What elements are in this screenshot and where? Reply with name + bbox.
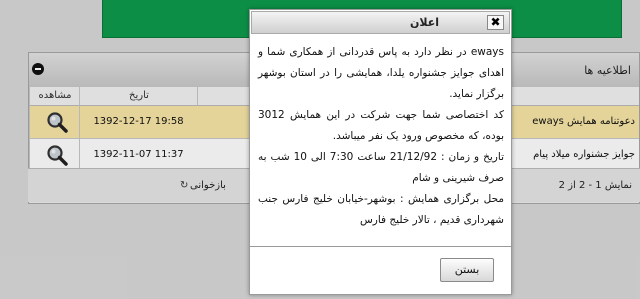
close-icon[interactable]: ✖ (487, 15, 504, 30)
dialog-paragraph: کد اختصاصی شما جهت شرکت در این همایش 301… (258, 109, 504, 142)
dialog-paragraph: تاریخ و زمان : 21/12/92 ساعت 7:30 الی 10… (258, 151, 504, 184)
dialog-paragraph: eways در نظر دارد به پاس قدردانی از همکا… (258, 46, 504, 100)
notification-dialog: اعلان ✖ eways در نظر دارد به پاس قدردانی… (249, 9, 512, 295)
dialog-title: اعلان (409, 16, 439, 29)
dialog-message: eways در نظر دارد به پاس قدردانی از همکا… (258, 42, 504, 231)
close-button[interactable]: بستن (440, 258, 494, 282)
dialog-paragraph: محل برگزاری همایش : بوشهر-خیابان خلیج فا… (258, 193, 504, 226)
dialog-titlebar: اعلان ✖ (251, 11, 510, 34)
dialog-divider (250, 246, 511, 247)
